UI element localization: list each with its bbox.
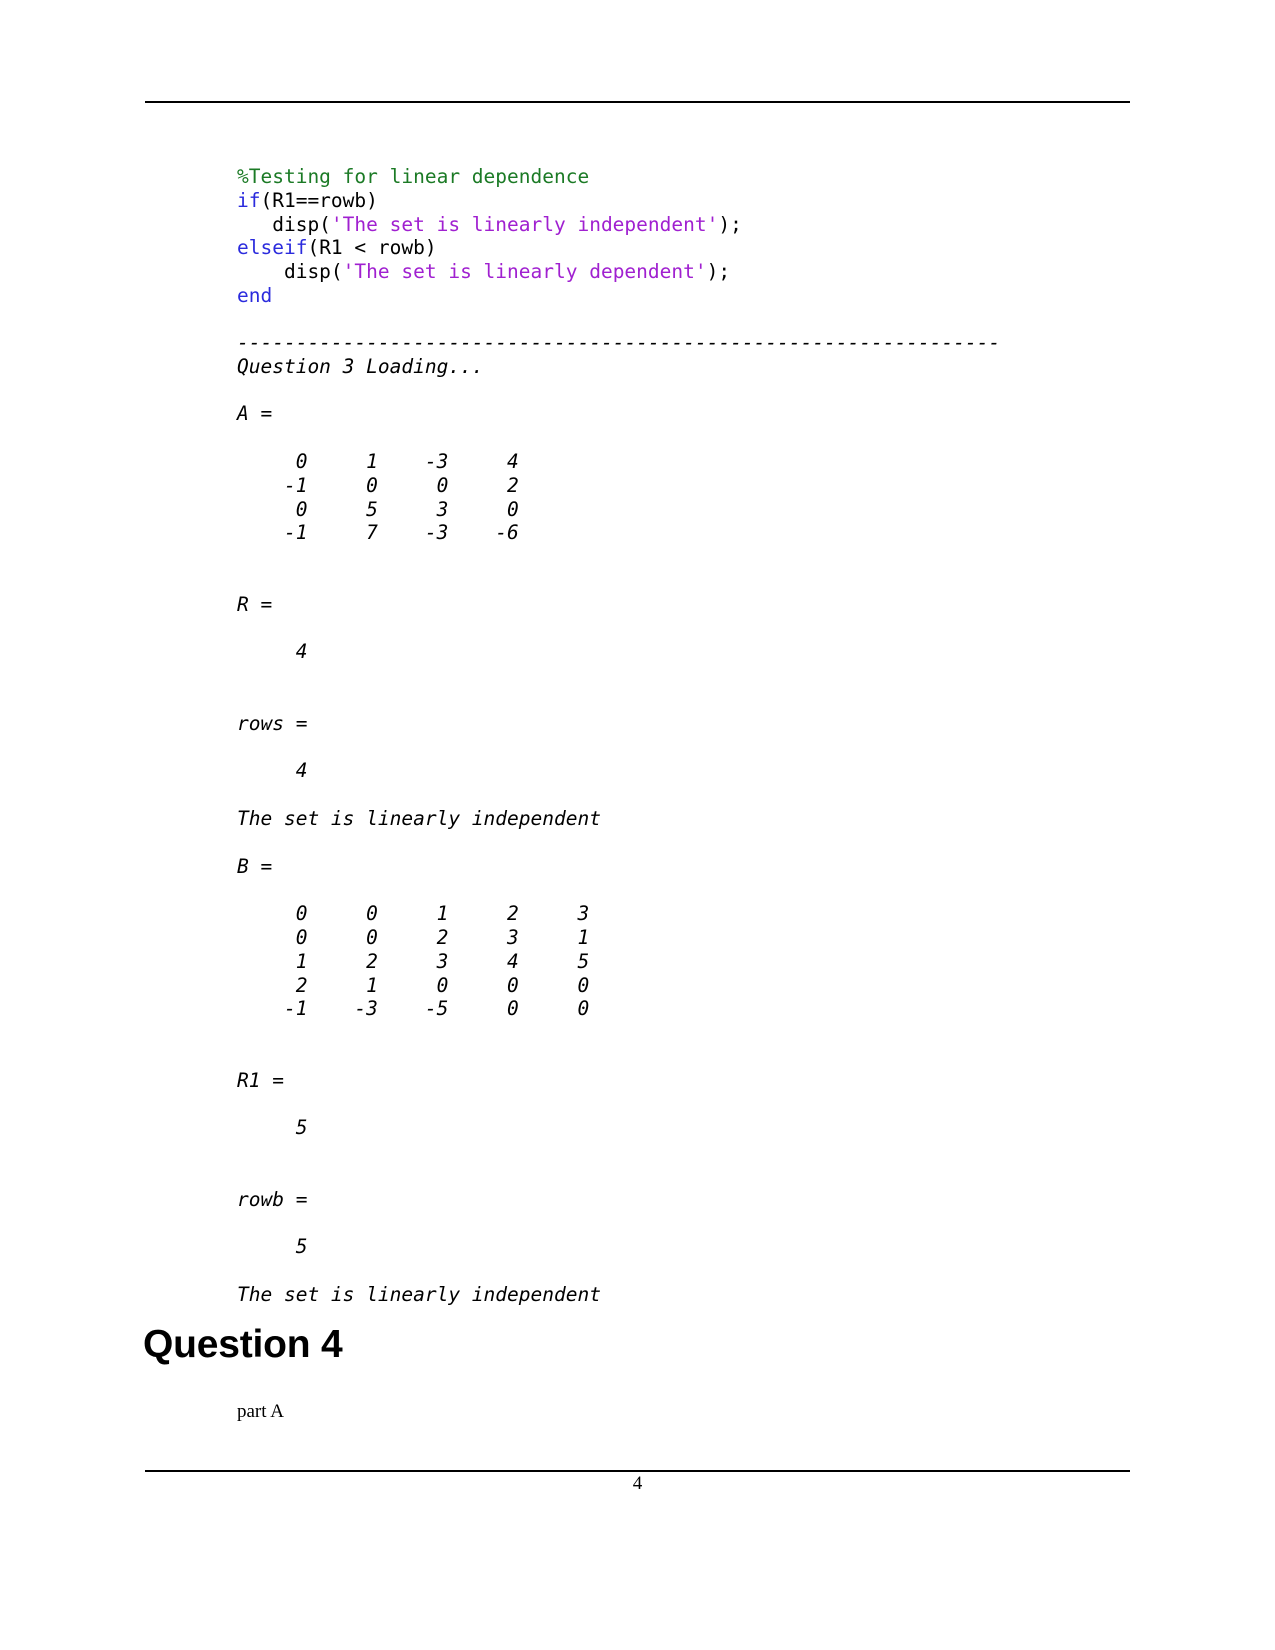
output-line: ----------------------------------------… [237, 331, 1001, 354]
output-line: 0 5 3 0 [237, 497, 519, 521]
code-token-keyword: end [237, 283, 273, 307]
output-line: -1 7 -3 -6 [237, 521, 519, 545]
output-line: -1 0 0 2 [237, 473, 519, 497]
output-line: 4 [237, 640, 308, 664]
code-token-keyword: elseif [237, 236, 308, 260]
code-token-comment: %Testing for linear dependence [237, 165, 590, 188]
code-token-string: 'The set is linearly independent' [330, 212, 719, 236]
output-line: 0 0 1 2 3 [237, 902, 590, 926]
output-line: The set is linearly independent [237, 1282, 601, 1306]
output-line: 5 [237, 1116, 308, 1140]
code-token-string: 'The set is linearly dependent' [342, 260, 707, 284]
output-line: Question 3 Loading... [237, 354, 484, 378]
output-line: rows = [237, 711, 308, 735]
code-line: if(R1==rowb) [237, 189, 378, 212]
output-line: A = [237, 402, 273, 426]
output-line: 1 2 3 4 5 [237, 949, 590, 973]
output-line: 0 0 2 3 1 [237, 925, 590, 949]
matlab-console-output: ----------------------------------------… [237, 331, 1000, 1307]
output-line: B = [237, 854, 273, 878]
code-token-plain: (R1==rowb) [260, 188, 378, 212]
section-paragraph: part A [237, 1401, 284, 1422]
code-token-plain: disp( [237, 260, 343, 284]
code-token-plain: disp( [237, 212, 331, 236]
output-line: 0 1 -3 4 [237, 449, 519, 473]
code-token-plain: ); [718, 212, 742, 236]
output-line: R1 = [237, 1068, 284, 1092]
document-page: %Testing for linear dependence if(R1==ro… [0, 0, 1275, 1650]
code-line: disp('The set is linearly dependent'); [237, 260, 730, 283]
code-token-plain: (R1 < rowb) [307, 236, 437, 260]
code-line: elseif(R1 < rowb) [237, 236, 437, 259]
page-number: 4 [632, 1473, 643, 1494]
output-line: The set is linearly independent [237, 806, 601, 830]
output-line: 5 [237, 1235, 308, 1259]
output-line: rowb = [237, 1187, 308, 1211]
output-line: R = [237, 592, 273, 616]
code-line: %Testing for linear dependence [237, 165, 589, 188]
code-line: end [237, 284, 272, 307]
output-line: 4 [237, 759, 308, 783]
code-token-keyword: if [237, 188, 261, 212]
header-divider [145, 101, 1130, 103]
code-token-plain: ); [706, 260, 731, 284]
output-line: 2 1 0 0 0 [237, 973, 590, 997]
output-line: -1 -3 -5 0 0 [237, 997, 590, 1021]
page-title: Question 4 [143, 1323, 343, 1366]
footer-divider [145, 1470, 1130, 1472]
code-line: disp('The set is linearly independent'); [237, 213, 742, 236]
matlab-code-listing: %Testing for linear dependence if(R1==ro… [237, 165, 742, 308]
